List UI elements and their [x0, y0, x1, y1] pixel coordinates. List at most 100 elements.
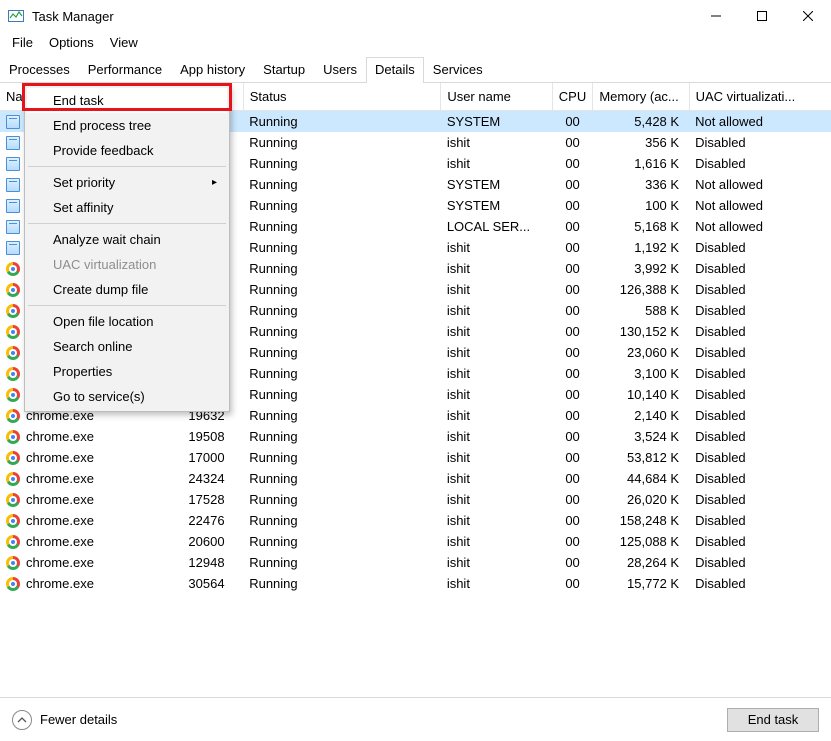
process-name: chrome.exe [26, 471, 94, 486]
col-header-4[interactable]: CPU [552, 83, 593, 111]
fewer-details-toggle[interactable]: Fewer details [12, 710, 117, 730]
context-menu-item-properties[interactable]: Properties [27, 359, 227, 384]
col-header-6[interactable]: UAC virtualizati... [689, 83, 831, 111]
cell-user: ishit [441, 447, 552, 468]
process-name: chrome.exe [26, 513, 94, 528]
context-menu-item-go-to-service-s-[interactable]: Go to service(s) [27, 384, 227, 409]
context-menu-item-set-affinity[interactable]: Set affinity [27, 195, 227, 220]
cell-cpu: 00 [552, 405, 593, 426]
chrome-icon [6, 367, 20, 381]
cell-status: Running [243, 573, 441, 594]
context-menu-separator [28, 166, 226, 167]
cell-mem: 336 K [593, 174, 689, 195]
tab-services[interactable]: Services [424, 57, 492, 83]
chrome-icon [6, 262, 20, 276]
table-row[interactable]: chrome.exe20600Runningishit00125,088 KDi… [0, 531, 831, 552]
context-menu-item-provide-feedback[interactable]: Provide feedback [27, 138, 227, 163]
cell-cpu: 00 [552, 279, 593, 300]
cell-mem: 126,388 K [593, 279, 689, 300]
table-row[interactable]: chrome.exe24324Runningishit0044,684 KDis… [0, 468, 831, 489]
maximize-button[interactable] [739, 0, 785, 32]
tab-users[interactable]: Users [314, 57, 366, 83]
generic-process-icon [6, 199, 20, 213]
cell-uac: Disabled [689, 468, 831, 489]
tab-details[interactable]: Details [366, 57, 424, 83]
cell-cpu: 00 [552, 153, 593, 174]
cell-mem: 3,524 K [593, 426, 689, 447]
context-menu-item-open-file-location[interactable]: Open file location [27, 309, 227, 334]
context-menu[interactable]: End taskEnd process treeProvide feedback… [24, 85, 230, 412]
tab-processes[interactable]: Processes [0, 57, 79, 83]
process-name: chrome.exe [26, 576, 94, 591]
cell-status: Running [243, 510, 441, 531]
table-row[interactable]: chrome.exe22476Runningishit00158,248 KDi… [0, 510, 831, 531]
generic-process-icon [6, 241, 20, 255]
tab-startup[interactable]: Startup [254, 57, 314, 83]
table-row[interactable]: chrome.exe17000Runningishit0053,812 KDis… [0, 447, 831, 468]
cell-mem: 588 K [593, 300, 689, 321]
cell-mem: 158,248 K [593, 510, 689, 531]
cell-status: Running [243, 384, 441, 405]
cell-uac: Disabled [689, 363, 831, 384]
cell-mem: 100 K [593, 195, 689, 216]
tab-performance[interactable]: Performance [79, 57, 171, 83]
cell-status: Running [243, 258, 441, 279]
table-row[interactable]: chrome.exe17528Runningishit0026,020 KDis… [0, 489, 831, 510]
cell-status: Running [243, 195, 441, 216]
cell-pid: 30564 [182, 573, 243, 594]
menu-file[interactable]: File [4, 33, 41, 52]
cell-cpu: 00 [552, 237, 593, 258]
cell-uac: Not allowed [689, 195, 831, 216]
cell-user: ishit [441, 426, 552, 447]
cell-mem: 356 K [593, 132, 689, 153]
context-menu-item-search-online[interactable]: Search online [27, 334, 227, 359]
cell-cpu: 00 [552, 489, 593, 510]
context-menu-item-create-dump-file[interactable]: Create dump file [27, 277, 227, 302]
cell-cpu: 00 [552, 447, 593, 468]
table-row[interactable]: chrome.exe19508Runningishit003,524 KDisa… [0, 426, 831, 447]
cell-user: ishit [441, 468, 552, 489]
cell-user: ishit [441, 132, 552, 153]
menu-options[interactable]: Options [41, 33, 102, 52]
cell-status: Running [243, 489, 441, 510]
chrome-icon [6, 577, 20, 591]
col-header-5[interactable]: Memory (ac... [593, 83, 689, 111]
minimize-button[interactable] [693, 0, 739, 32]
cell-uac: Disabled [689, 300, 831, 321]
tab-app-history[interactable]: App history [171, 57, 254, 83]
cell-status: Running [243, 342, 441, 363]
chrome-icon [6, 283, 20, 297]
cell-uac: Disabled [689, 405, 831, 426]
table-row[interactable]: chrome.exe12948Runningishit0028,264 KDis… [0, 552, 831, 573]
cell-user: ishit [441, 300, 552, 321]
col-header-3[interactable]: User name [441, 83, 552, 111]
cell-mem: 2,140 K [593, 405, 689, 426]
context-menu-item-analyze-wait-chain[interactable]: Analyze wait chain [27, 227, 227, 252]
menu-view[interactable]: View [102, 33, 146, 52]
cell-mem: 1,616 K [593, 153, 689, 174]
context-menu-item-set-priority[interactable]: Set priority▸ [27, 170, 227, 195]
chrome-icon [6, 472, 20, 486]
cell-uac: Disabled [689, 342, 831, 363]
cell-mem: 28,264 K [593, 552, 689, 573]
cell-cpu: 00 [552, 552, 593, 573]
cell-cpu: 00 [552, 216, 593, 237]
cell-status: Running [243, 468, 441, 489]
cell-cpu: 00 [552, 111, 593, 133]
footer: Fewer details End task [0, 697, 831, 741]
cell-pid: 24324 [182, 468, 243, 489]
context-menu-item-end-task[interactable]: End task [27, 88, 227, 113]
cell-cpu: 00 [552, 258, 593, 279]
cell-uac: Disabled [689, 552, 831, 573]
col-header-2[interactable]: Status [243, 83, 441, 111]
cell-user: ishit [441, 510, 552, 531]
end-task-button[interactable]: End task [727, 708, 819, 732]
close-button[interactable] [785, 0, 831, 32]
cell-mem: 5,428 K [593, 111, 689, 133]
cell-uac: Disabled [689, 237, 831, 258]
context-menu-item-uac-virtualization: UAC virtualization [27, 252, 227, 277]
table-row[interactable]: chrome.exe30564Runningishit0015,772 KDis… [0, 573, 831, 594]
context-menu-item-end-process-tree[interactable]: End process tree [27, 113, 227, 138]
cell-status: Running [243, 132, 441, 153]
cell-user: ishit [441, 153, 552, 174]
